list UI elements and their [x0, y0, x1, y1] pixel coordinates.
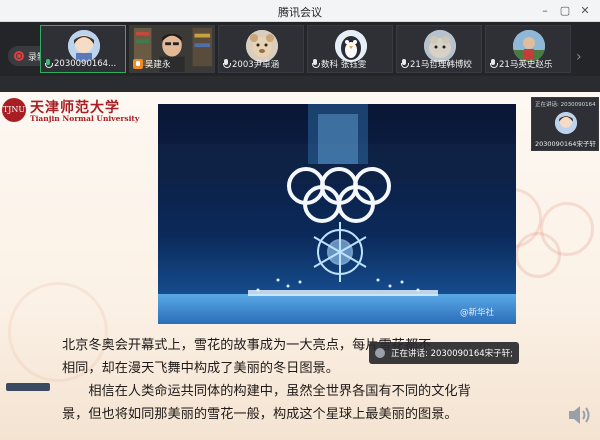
microphone-icon [489, 59, 498, 69]
participant-name: 吴建永 [145, 60, 171, 70]
participant-name: 数科 张钰雯 [321, 60, 367, 70]
participant-tile[interactable]: 21马英史赵乐 [485, 25, 571, 73]
participant-tile[interactable]: 2030090164... [40, 25, 126, 73]
slide-text-line: 相信在人类命运共同体的构建中，虽然全世界各国有不同的文化背 [62, 384, 471, 399]
maximize-icon[interactable]: ▢ [558, 4, 572, 18]
avatar [555, 112, 577, 134]
speaking-toast: 正在讲话: 2030090164宋子轩; [369, 342, 519, 364]
minimize-icon[interactable]: – [538, 4, 552, 18]
slide-control-button[interactable] [6, 383, 50, 391]
speaker-icon[interactable] [566, 402, 592, 428]
microphone-icon [311, 59, 320, 69]
participant-tile[interactable]: 2003尹卓涵 [218, 25, 304, 73]
participant-name: 21马哲理韩博姣 [410, 60, 472, 70]
participant-tile[interactable]: 吴建永 [129, 25, 215, 73]
ceremony-photo [158, 104, 516, 324]
participant-name: 2030090164... [54, 59, 117, 69]
record-icon [14, 51, 24, 61]
speaking-label: 正在讲话: 2030090164宋子轩 [535, 102, 596, 108]
participant-name: 2003尹卓涵 [232, 60, 280, 70]
toast-text: 正在讲话: 2030090164宋子轩; [391, 349, 514, 359]
participant-name: 2030090164宋子轩 [535, 140, 596, 148]
microphone-icon [44, 59, 53, 69]
participant-tile[interactable]: 数科 张钰雯 [307, 25, 393, 73]
university-logo: TJNU 天津师范大学 Tianjin Normal University [2, 98, 152, 126]
title-bar: 腾讯会议 – ▢ ✕ [0, 0, 600, 22]
university-name-en: Tianjin Normal University [30, 114, 140, 123]
photo-watermark: @新华社 [460, 308, 495, 318]
slide-text-line: 景，但也将如同那美丽的雪花一般，构成这个星球上最美丽的图景。 [62, 407, 458, 422]
speaker-avatar-icon [375, 348, 385, 358]
participant-name: 21马英史赵乐 [499, 60, 553, 70]
microphone-icon [222, 59, 231, 69]
participant-tile[interactable]: 21马哲理韩博姣 [396, 25, 482, 73]
microphone-icon [400, 59, 409, 69]
chevron-right-icon[interactable]: › [576, 49, 586, 65]
decorative-ring [540, 202, 594, 256]
close-icon[interactable]: ✕ [578, 4, 592, 18]
participant-strip: 录制中 ‹ 2030090164... [0, 22, 600, 76]
window-title: 腾讯会议 [278, 6, 322, 19]
raise-hand-icon [133, 59, 143, 69]
self-video-tile[interactable]: 正在讲话: 2030090164宋子轩 2030090164宋子轩 [531, 97, 599, 151]
university-seal-icon: TJNU [2, 98, 26, 122]
